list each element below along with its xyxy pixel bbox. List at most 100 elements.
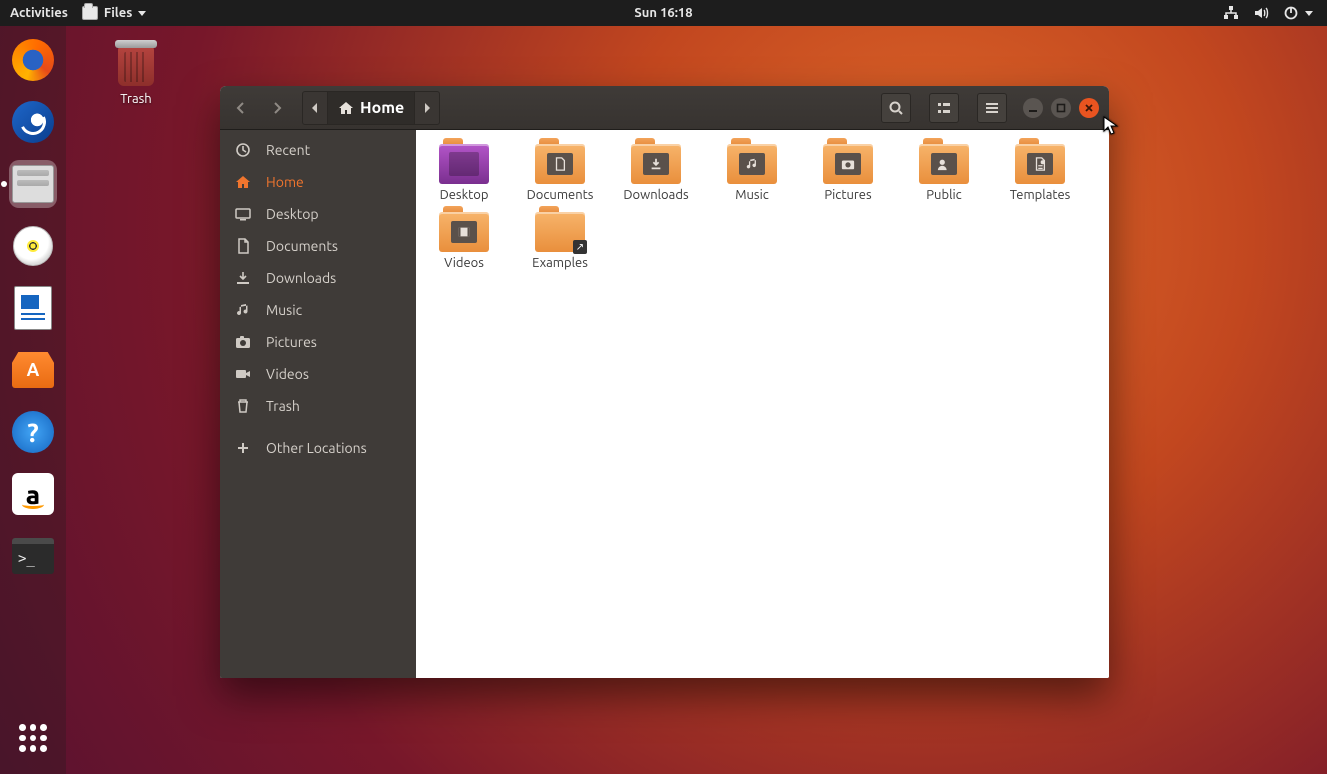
trash-icon [234, 398, 252, 414]
download-icon [234, 270, 252, 286]
clock-icon [234, 142, 252, 158]
doc-icon [234, 238, 252, 254]
folder-public[interactable]: Public [906, 144, 982, 202]
folder-icon [439, 212, 489, 252]
folder-label: Videos [426, 256, 502, 270]
app-menu-label: Files [104, 6, 132, 20]
sidebar-item-label: Videos [266, 366, 309, 382]
path-current[interactable]: Home [328, 92, 415, 124]
rhythmbox-icon [13, 226, 53, 266]
home-icon [234, 174, 252, 190]
dock-files[interactable] [9, 160, 57, 208]
sidebar-item-documents[interactable]: Documents [220, 230, 416, 262]
shortcut-arrow-icon: ↗ [573, 240, 587, 254]
chevron-down-icon [1305, 11, 1313, 16]
folder-icon [439, 144, 489, 184]
firefox-icon [12, 39, 54, 81]
dock-software[interactable] [9, 346, 57, 394]
dock-rhythmbox[interactable] [9, 222, 57, 270]
back-button[interactable] [226, 93, 256, 123]
music-icon [234, 302, 252, 318]
folder-examples[interactable]: ↗ Examples [522, 212, 598, 270]
folder-pictures[interactable]: Pictures [810, 144, 886, 202]
mouse-cursor [1103, 116, 1119, 136]
sidebar: Recent Home Desktop Documents Downloads Music… [220, 130, 416, 678]
dock-show-apps[interactable] [9, 714, 57, 762]
folder-templates[interactable]: Templates [1002, 144, 1078, 202]
minimize-button[interactable] [1023, 98, 1043, 118]
sidebar-item-recent[interactable]: Recent [220, 134, 416, 166]
dock-help[interactable]: ? [9, 408, 57, 456]
hamburger-menu-button[interactable] [977, 93, 1007, 123]
sidebar-item-other[interactable]: Other Locations [220, 432, 416, 464]
forward-button[interactable] [262, 93, 292, 123]
dock-terminal[interactable]: >_ [9, 532, 57, 580]
network-icon[interactable] [1223, 5, 1239, 21]
files-window: Home Recent Home Desktop Documents Downloads… [220, 86, 1109, 678]
folder-label: Downloads [618, 188, 694, 202]
close-button[interactable] [1079, 98, 1099, 118]
terminal-icon: >_ [12, 538, 54, 574]
chevron-down-icon [138, 11, 146, 16]
path-prev[interactable] [303, 92, 328, 124]
volume-icon[interactable] [1253, 5, 1269, 21]
sidebar-item-pictures[interactable]: Pictures [220, 326, 416, 358]
sidebar-item-label: Pictures [266, 334, 317, 350]
home-icon [338, 100, 354, 116]
folder-icon [919, 144, 969, 184]
sidebar-item-label: Other Locations [266, 440, 367, 456]
sidebar-item-label: Music [266, 302, 302, 318]
path-next[interactable] [415, 92, 439, 124]
help-icon: ? [12, 411, 54, 453]
sidebar-item-music[interactable]: Music [220, 294, 416, 326]
sidebar-item-label: Documents [266, 238, 338, 254]
dock-writer[interactable] [9, 284, 57, 332]
trash-icon [118, 46, 154, 86]
top-bar: Activities Files Sun 16:18 [0, 0, 1327, 26]
folder-icon [535, 144, 585, 184]
sidebar-item-home[interactable]: Home [220, 166, 416, 198]
folder-label: Examples [522, 256, 598, 270]
folder-label: Desktop [426, 188, 502, 202]
desktop-trash-label: Trash [96, 92, 176, 106]
sidebar-item-trash[interactable]: Trash [220, 390, 416, 422]
folder-icon [631, 144, 681, 184]
plus-icon [234, 440, 252, 456]
folder-music[interactable]: Music [714, 144, 790, 202]
folder-desktop[interactable]: Desktop [426, 144, 502, 202]
amazon-icon: a [12, 473, 54, 515]
folder-label: Public [906, 188, 982, 202]
camera-icon [234, 334, 252, 350]
dock-thunderbird[interactable] [9, 98, 57, 146]
dock: ? a >_ [0, 26, 66, 774]
sidebar-item-label: Home [266, 174, 304, 190]
sidebar-item-downloads[interactable]: Downloads [220, 262, 416, 294]
sidebar-item-desktop[interactable]: Desktop [220, 198, 416, 230]
titlebar[interactable]: Home [220, 86, 1109, 130]
activities-button[interactable]: Activities [10, 6, 68, 20]
files-icon [12, 165, 54, 203]
dock-amazon[interactable]: a [9, 470, 57, 518]
sidebar-item-label: Downloads [266, 270, 336, 286]
folder-downloads[interactable]: Downloads [618, 144, 694, 202]
dock-firefox[interactable] [9, 36, 57, 84]
content-area[interactable]: Desktop Documents Downloads Music Pictures Pu… [416, 130, 1109, 678]
clock[interactable]: Sun 16:18 [634, 6, 692, 20]
list-view-button[interactable] [929, 93, 959, 123]
power-menu[interactable] [1283, 5, 1313, 21]
folder-documents[interactable]: Documents [522, 144, 598, 202]
app-menu[interactable]: Files [82, 6, 146, 20]
sidebar-item-videos[interactable]: Videos [220, 358, 416, 390]
folder-videos[interactable]: Videos [426, 212, 502, 270]
folder-icon [1015, 144, 1065, 184]
sidebar-item-label: Trash [266, 398, 300, 414]
folder-icon [727, 144, 777, 184]
sidebar-item-label: Recent [266, 142, 310, 158]
software-icon [12, 352, 54, 388]
writer-icon [14, 286, 52, 330]
desktop-trash[interactable]: Trash [96, 46, 176, 106]
search-button[interactable] [881, 93, 911, 123]
folder-label: Documents [522, 188, 598, 202]
maximize-button[interactable] [1051, 98, 1071, 118]
pathbar: Home [302, 91, 440, 125]
